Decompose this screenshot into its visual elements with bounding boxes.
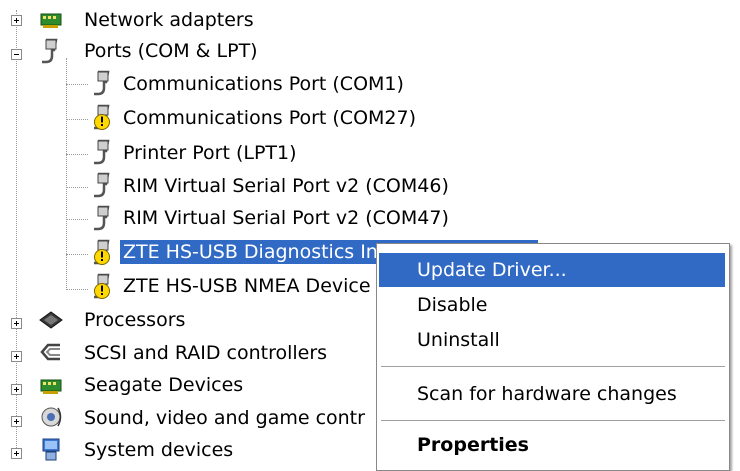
category-processors[interactable]: Processors xyxy=(81,308,188,332)
category-sound-video-game[interactable]: Sound, video and game contr xyxy=(81,406,368,430)
expand-button[interactable] xyxy=(11,416,22,427)
expand-button[interactable] xyxy=(11,448,22,459)
port-connector-icon xyxy=(94,139,110,165)
port-warning-icon xyxy=(94,239,110,265)
port-item[interactable]: RIM Virtual Serial Port v2 (COM47) xyxy=(120,206,452,230)
port-warning-icon xyxy=(94,273,110,299)
tree-line xyxy=(66,84,88,85)
menu-item-disable[interactable]: Disable xyxy=(379,288,725,322)
category-ports[interactable]: Ports (COM & LPT) xyxy=(81,39,261,63)
collapse-button[interactable] xyxy=(11,49,22,60)
menu-item-properties[interactable]: Properties xyxy=(379,428,725,462)
category-system-devices[interactable]: System devices xyxy=(81,438,236,462)
port-item[interactable]: ZTE HS-USB NMEA Device xyxy=(120,274,374,298)
port-item[interactable]: Communications Port (COM27) xyxy=(120,106,419,130)
system-device-icon xyxy=(42,438,60,461)
scsi-controller-icon xyxy=(40,343,60,361)
tree-line xyxy=(66,58,67,290)
menu-separator xyxy=(381,420,725,421)
port-item[interactable]: RIM Virtual Serial Port v2 (COM46) xyxy=(120,174,452,198)
category-scsi-raid[interactable]: SCSI and RAID controllers xyxy=(81,341,330,365)
expand-button[interactable] xyxy=(11,15,22,26)
expand-button[interactable] xyxy=(11,384,22,395)
menu-item-label: Scan for hardware changes xyxy=(417,383,677,405)
port-connector-icon xyxy=(94,172,110,198)
tree-line xyxy=(66,187,88,188)
tree-line xyxy=(66,254,88,255)
menu-item-label: Update Driver... xyxy=(417,259,567,281)
menu-item-label: Uninstall xyxy=(417,329,500,351)
category-seagate[interactable]: Seagate Devices xyxy=(81,373,246,397)
tree-line xyxy=(66,219,88,220)
expand-button[interactable] xyxy=(11,318,22,329)
menu-item-uninstall[interactable]: Uninstall xyxy=(379,323,725,357)
menu-separator xyxy=(381,366,725,367)
tree-line xyxy=(66,154,88,155)
port-connector-icon xyxy=(94,70,110,96)
seagate-device-icon xyxy=(40,379,62,394)
processor-chip-icon xyxy=(39,311,63,329)
menu-item-update-driver[interactable]: Update Driver... xyxy=(379,253,725,287)
port-connector-icon xyxy=(42,38,58,64)
context-menu: Update Driver... Disable Uninstall Scan … xyxy=(376,243,730,471)
port-item[interactable]: Printer Port (LPT1) xyxy=(120,141,300,165)
menu-item-label: Disable xyxy=(417,294,488,316)
menu-item-scan-hardware[interactable]: Scan for hardware changes xyxy=(379,377,725,411)
expand-button[interactable] xyxy=(11,351,22,362)
tree-line xyxy=(66,119,88,120)
menu-item-label: Properties xyxy=(417,434,529,456)
category-network-adapters[interactable]: Network adapters xyxy=(81,8,257,32)
speaker-icon xyxy=(41,407,62,427)
port-item[interactable]: Communications Port (COM1) xyxy=(120,72,407,96)
tree-line xyxy=(66,289,88,290)
network-adapter-icon xyxy=(40,13,62,28)
port-warning-icon xyxy=(94,104,110,130)
port-connector-icon xyxy=(94,205,110,231)
